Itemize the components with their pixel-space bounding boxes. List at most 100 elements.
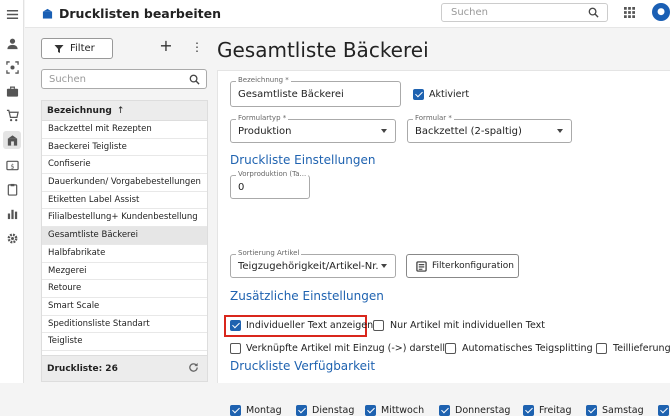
verknuepfte-artikel-checkbox[interactable]	[230, 343, 241, 354]
list-items: Backzettel mit Rezepten Baeckerei Teiglis…	[42, 121, 207, 351]
dropdown-arrow-icon	[381, 264, 387, 268]
day-checkbox-overflow[interactable]	[658, 405, 669, 416]
formulartyp-value: Produktion	[238, 126, 292, 137]
day-label: Mittwoch	[381, 405, 425, 416]
apps-grid-icon[interactable]	[624, 7, 635, 18]
list-item[interactable]: Smart Scale	[42, 298, 207, 316]
avatar[interactable]: ●	[652, 3, 670, 21]
filter-button[interactable]: Filter	[41, 38, 113, 59]
more-vert-icon: ⋮	[191, 40, 203, 54]
list-item[interactable]: Teigliste	[42, 333, 207, 351]
filter-icon	[54, 44, 64, 53]
list-search-placeholder: Suchen	[49, 74, 87, 85]
day-checkbox-1[interactable]	[296, 405, 307, 416]
list-search-input[interactable]: Suchen	[41, 69, 207, 89]
nav-rail: $	[0, 0, 24, 383]
filterkonfiguration-label: Filterkonfiguration	[432, 261, 514, 271]
section-zusaetzliche-einstellungen: Zusätzliche Einstellungen	[230, 289, 384, 303]
list-item[interactable]: Mezgerei	[42, 263, 207, 281]
day-label: Freitag	[539, 405, 572, 416]
list-item[interactable]: Filialbestellung+ Kundenbestellung	[42, 209, 207, 228]
briefcase-icon[interactable]	[5, 84, 19, 98]
day-label: Donnerstag	[455, 405, 511, 416]
bakery-icon[interactable]	[3, 131, 21, 149]
vorproduktion-value: 0	[238, 182, 245, 193]
menu-icon[interactable]	[5, 7, 19, 21]
list-item[interactable]: Dauerkunden/ Vorgabebestellungen	[42, 174, 207, 192]
list-item[interactable]: Etiketten Label Assist	[42, 192, 207, 210]
avatar-icon: ●	[657, 7, 665, 17]
more-options-button[interactable]: ⋮	[191, 40, 203, 54]
list-item[interactable]: Gesamtliste Bäckerei	[42, 227, 207, 245]
vorproduktion-field[interactable]: Vorproduktion (Ta... 0	[230, 170, 310, 199]
list-item[interactable]: Confiserie	[42, 156, 207, 175]
form-panel: Bezeichnung * Gesamtliste Bäckerei Aktiv…	[217, 70, 670, 416]
cart-icon[interactable]	[5, 108, 19, 122]
formular-value: Backzettel (2-spaltig)	[415, 126, 522, 137]
vorproduktion-label: Vorproduktion (Ta...	[236, 170, 309, 178]
list-item[interactable]: Speditionsliste Standart	[42, 316, 207, 334]
day-checkbox-4[interactable]	[523, 405, 534, 416]
day-label: Samstag	[602, 405, 644, 416]
list-item[interactable]: Retoure	[42, 280, 207, 298]
sortierung-label: Sortierung Artikel	[236, 249, 302, 257]
day-checkbox-0[interactable]	[230, 405, 241, 416]
teigsplitting-checkbox[interactable]	[445, 343, 456, 354]
individueller-text-label: Individueller Text anzeigen	[246, 320, 374, 331]
teillieferungen-checkbox[interactable]	[596, 343, 607, 354]
formular-label: Formular *	[413, 114, 454, 122]
list-sidebar: Filter + ⋮ Suchen Bezeichnung ↑ Backzett…	[25, 28, 215, 383]
aktiviert-checkbox[interactable]	[413, 89, 424, 100]
druckliste-table: Bezeichnung ↑ Backzettel mit Rezepten Bae…	[41, 100, 208, 382]
day-label: Montag	[246, 405, 282, 416]
column-header-label: Bezeichnung	[47, 106, 112, 116]
person-icon[interactable]	[5, 36, 19, 50]
main-content: Gesamtliste Bäckerei Bezeichnung * Gesam…	[217, 28, 670, 416]
bakery-logo-icon	[42, 8, 53, 19]
list-footer: Druckliste: 26	[42, 355, 207, 381]
individueller-text-checkbox[interactable]	[230, 320, 241, 331]
day-checkbox-2[interactable]	[365, 405, 376, 416]
search-icon[interactable]	[588, 7, 599, 18]
nur-artikel-label: Nur Artikel mit individuellen Text	[390, 320, 545, 331]
svg-text:$: $	[10, 162, 14, 170]
day-checkbox-5[interactable]	[586, 405, 597, 416]
global-search-placeholder: Suchen	[451, 7, 489, 18]
list-item[interactable]: Halbfabrikate	[42, 245, 207, 263]
formular-select[interactable]: Formular * Backzettel (2-spaltig)	[407, 114, 572, 143]
list-item[interactable]: Baeckerei Teigliste	[42, 139, 207, 157]
section-druckliste-einstellungen: Druckliste Einstellungen	[230, 153, 376, 167]
add-button[interactable]: +	[159, 38, 173, 54]
column-header-bezeichnung[interactable]: Bezeichnung ↑	[42, 101, 207, 121]
clipboard-icon[interactable]	[5, 182, 19, 196]
dropdown-arrow-icon	[557, 129, 563, 133]
day-checkbox-3[interactable]	[439, 405, 450, 416]
plus-icon: +	[159, 36, 173, 55]
day-label: Dienstag	[312, 405, 355, 416]
page-title: Gesamtliste Bäckerei	[217, 38, 429, 62]
bezeichnung-label: Bezeichnung *	[236, 76, 291, 84]
teillieferungen-label: Teillieferunge	[613, 343, 670, 354]
settings-icon[interactable]	[5, 231, 19, 245]
section-druckliste-verfuegbarkeit: Druckliste Verfügbarkeit	[230, 359, 376, 373]
formulartyp-label: Formulartyp *	[236, 114, 289, 122]
nur-artikel-checkbox[interactable]	[373, 320, 384, 331]
scan-icon[interactable]	[5, 60, 19, 74]
formulartyp-select[interactable]: Formulartyp * Produktion	[230, 114, 396, 143]
sortierung-select[interactable]: Sortierung Artikel Teigzugehörigkeit/Art…	[230, 249, 396, 278]
global-search-input[interactable]: Suchen	[441, 3, 608, 22]
cash-icon[interactable]: $	[5, 158, 19, 172]
filterkonfiguration-button[interactable]: Filterkonfiguration	[406, 254, 519, 278]
filter-button-label: Filter	[70, 43, 95, 54]
sortierung-value: Teigzugehörigkeit/Artikel-Nr.	[238, 261, 379, 272]
list-item[interactable]: Backzettel mit Rezepten	[42, 121, 207, 139]
filter-config-icon	[416, 260, 427, 272]
verknuepfte-artikel-label: Verknüpfte Artikel mit Einzug (->) darst…	[246, 343, 457, 354]
aktiviert-label: Aktiviert	[429, 89, 470, 100]
bezeichnung-field[interactable]: Bezeichnung * Gesamtliste Bäckerei	[230, 76, 401, 107]
refresh-icon[interactable]	[188, 362, 199, 373]
search-icon[interactable]	[189, 74, 200, 85]
bar-chart-icon[interactable]	[5, 206, 19, 220]
app-title: Drucklisten bearbeiten	[42, 6, 221, 21]
sort-ascending-icon[interactable]: ↑	[117, 106, 125, 120]
